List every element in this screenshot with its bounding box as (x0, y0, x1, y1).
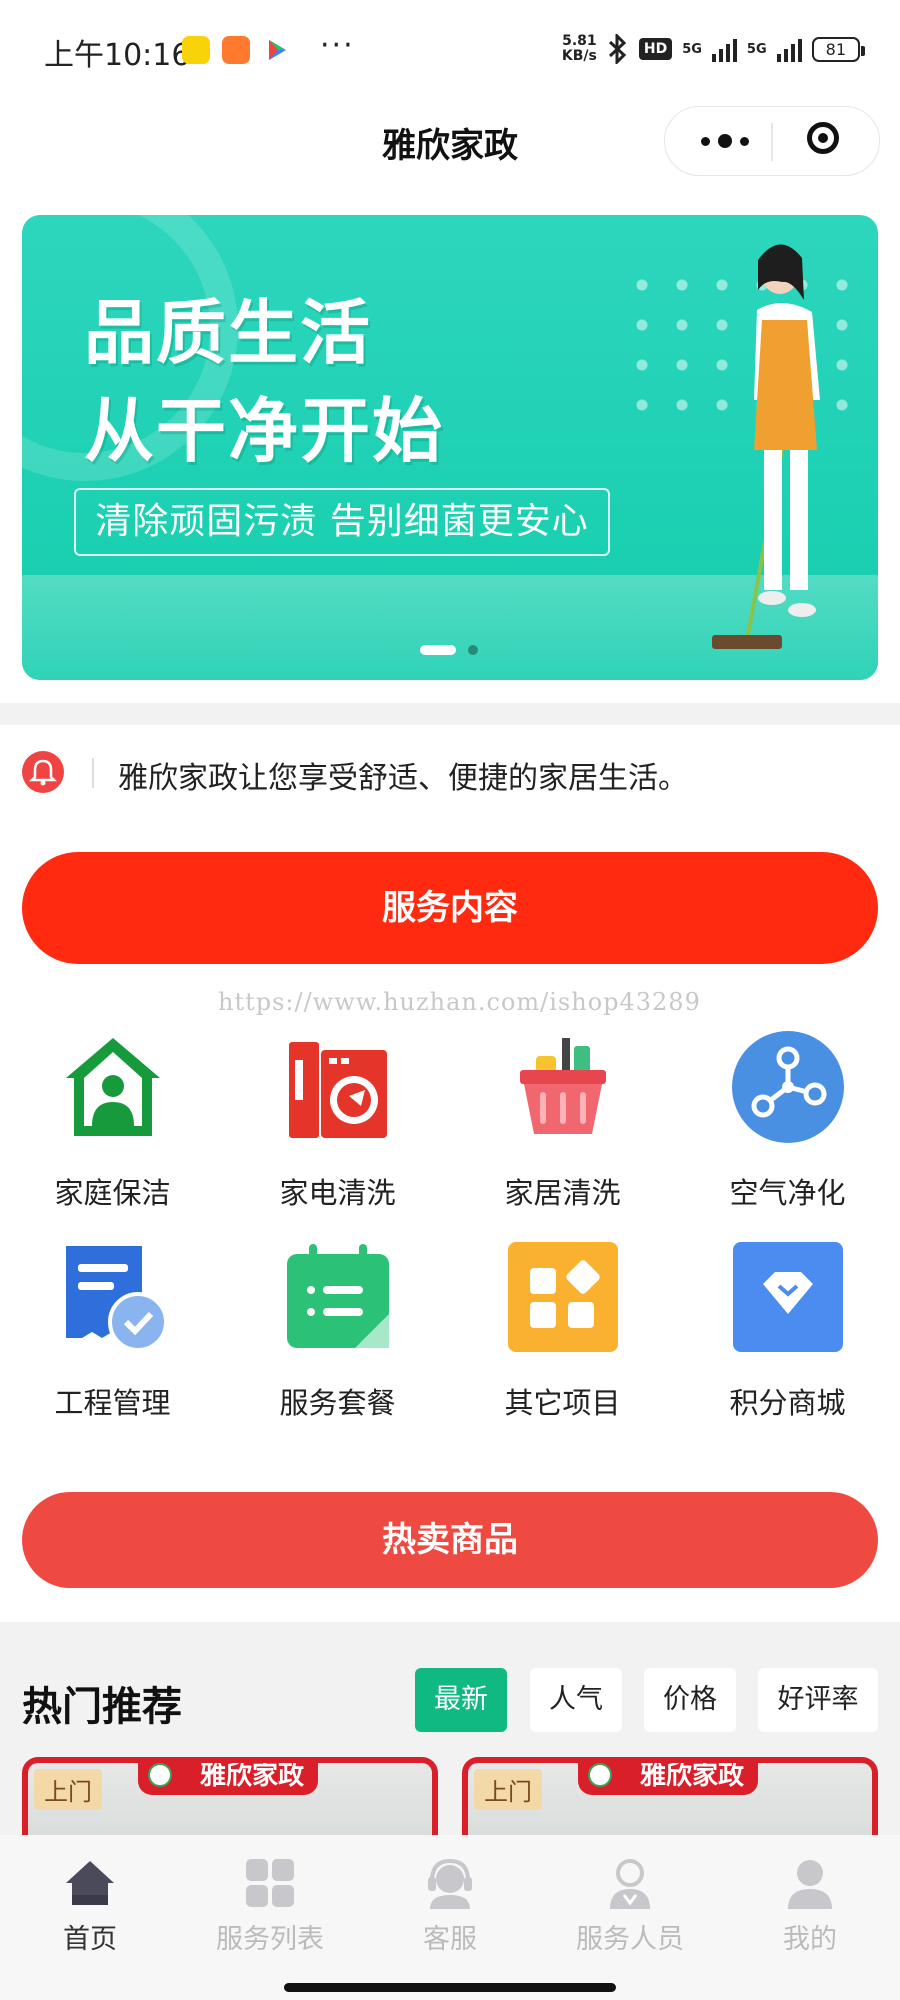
washing-machine-icon (289, 1042, 387, 1138)
network-type: 5G (682, 41, 702, 57)
network-type: 5G (746, 41, 767, 57)
staff-icon (610, 1859, 650, 1909)
signal-icon (711, 36, 737, 62)
category-label: 工程管理 (54, 1386, 171, 1420)
category-label: 服务套餐 (279, 1386, 396, 1420)
brand-logo-icon (148, 1763, 172, 1787)
tab-label: 服务人员 (576, 1924, 684, 1955)
capsule-menu (664, 106, 880, 176)
category-home-washing[interactable]: 家居清洗 (450, 1030, 675, 1230)
category-other-items[interactable]: 其它项目 (450, 1240, 675, 1440)
category-label: 积分商城 (729, 1386, 846, 1420)
tab-mine[interactable]: 我的 (720, 1855, 900, 1955)
close-miniprogram-button[interactable] (807, 122, 839, 154)
brand-ribbon: 雅欣家政 (578, 1763, 758, 1795)
more-options-button[interactable] (695, 129, 755, 153)
house-person-icon (66, 1038, 160, 1136)
category-appliance-cleaning[interactable]: 家电清洗 (225, 1030, 450, 1230)
service-tag: 上门 (34, 1769, 102, 1810)
category-project-management[interactable]: 工程管理 (0, 1240, 225, 1440)
bottom-tab-bar: 首页 服务列表 客服 服务人员 我的 (0, 1835, 900, 2000)
status-time: 上午10:16 (44, 38, 191, 73)
category-label: 空气净化 (729, 1176, 846, 1210)
grid-icon (246, 1859, 294, 1907)
banner-headline: 品质生活 (84, 292, 372, 374)
tab-label: 客服 (423, 1924, 477, 1955)
filter-popularity[interactable]: 人气 (530, 1668, 622, 1732)
notice-bar[interactable]: 雅欣家政让您享受舒适、便捷的家居生活。 (0, 725, 900, 821)
mini-program-navbar: 雅欣家政 (0, 100, 900, 190)
brand-logo-icon (588, 1763, 612, 1787)
tab-service-list[interactable]: 服务列表 (180, 1855, 360, 1955)
nodes-icon (732, 1031, 844, 1143)
category-points-mall[interactable]: 积分商城 (675, 1240, 900, 1440)
status-bar: 上午10:16 ··· 5.81 KB/s HD 5G 5G 81 (0, 0, 900, 100)
basket-icon (520, 1038, 606, 1134)
category-home-cleaning[interactable]: 家庭保洁 (0, 1030, 225, 1230)
tab-home[interactable]: 首页 (0, 1855, 180, 1955)
bluetooth-icon (608, 34, 627, 64)
cleaning-woman-illustration (712, 244, 820, 649)
document-check-icon (66, 1246, 168, 1352)
more-notifications-icon: ··· (320, 28, 355, 63)
notice-text: 雅欣家政让您享受舒适、便捷的家居生活。 (118, 761, 688, 796)
diamond-icon (733, 1242, 843, 1352)
network-speed: 5.81 KB/s (561, 33, 597, 64)
banner-pagination (420, 645, 478, 655)
filter-rating[interactable]: 好评率 (758, 1668, 878, 1732)
home-indicator[interactable] (284, 1983, 616, 1992)
category-label: 家电清洗 (279, 1176, 396, 1210)
section-title: 热门推荐 (22, 1684, 182, 1730)
headset-icon (428, 1858, 472, 1909)
hot-products-header[interactable]: 热卖商品 (22, 1492, 878, 1588)
calendar-list-icon (287, 1244, 389, 1348)
hd-voice-badge: HD (638, 38, 673, 60)
tab-label: 服务列表 (216, 1924, 324, 1955)
category-service-package[interactable]: 服务套餐 (225, 1240, 450, 1440)
tab-customer-service[interactable]: 客服 (360, 1855, 540, 1955)
pagination-dot (468, 645, 478, 655)
app-notification-icon (222, 36, 250, 64)
user-icon (788, 1860, 832, 1909)
banner-slogan: 清除顽固污渍 告别细菌更安心 (74, 488, 610, 556)
tab-staff[interactable]: 服务人员 (540, 1855, 720, 1955)
filter-latest[interactable]: 最新 (415, 1668, 507, 1732)
battery-indicator: 81 (811, 36, 866, 62)
tab-label: 首页 (63, 1924, 117, 1955)
category-air-purification[interactable]: 空气净化 (675, 1030, 900, 1230)
play-store-icon (262, 36, 290, 64)
filter-price[interactable]: 价格 (644, 1668, 736, 1732)
section-divider (0, 703, 900, 725)
pagination-dot-active (420, 645, 456, 655)
service-content-header[interactable]: 服务内容 (22, 852, 878, 964)
category-label: 其它项目 (504, 1386, 621, 1420)
signal-icon (776, 36, 802, 62)
brand-ribbon: 雅欣家政 (138, 1763, 318, 1795)
home-icon (66, 1861, 114, 1905)
banner-headline: 从干净开始 (84, 390, 444, 472)
app-notification-icon (182, 36, 210, 64)
promo-banner[interactable]: 品质生活 从干净开始 清除顽固污渍 告别细菌更安心 (22, 215, 878, 680)
category-label: 家庭保洁 (54, 1176, 171, 1210)
tab-label: 我的 (783, 1924, 837, 1955)
apps-grid-icon (508, 1242, 618, 1352)
category-label: 家居清洗 (504, 1176, 621, 1210)
bell-icon (22, 751, 64, 793)
service-tag: 上门 (474, 1769, 542, 1810)
watermark-text: https://www.huzhan.com/ishop43289 (218, 988, 701, 1016)
